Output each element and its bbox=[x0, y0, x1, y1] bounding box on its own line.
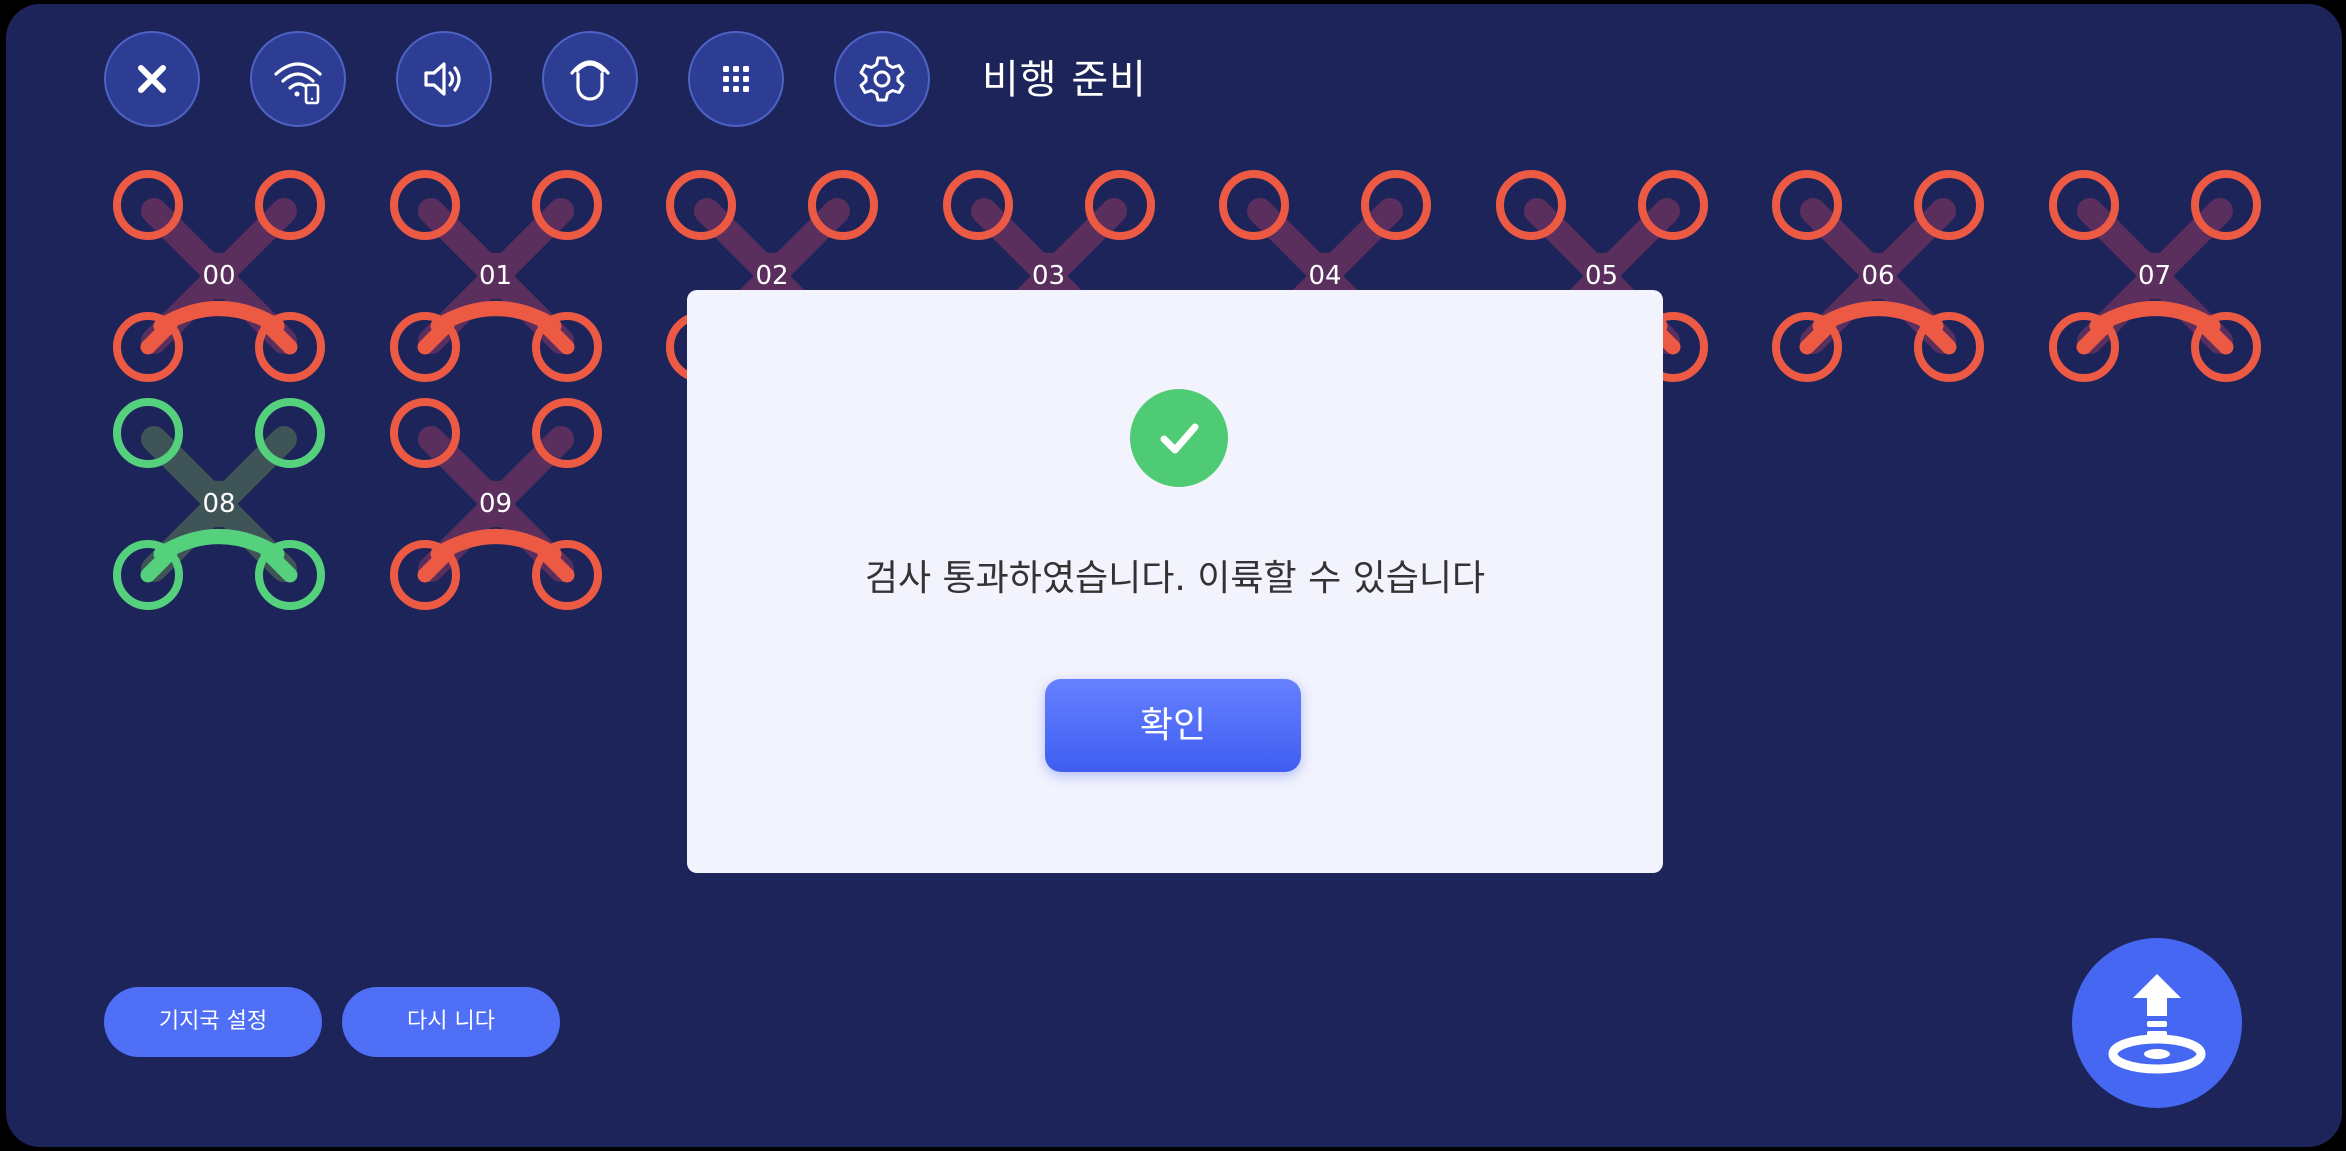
takeoff-button[interactable] bbox=[2072, 938, 2242, 1108]
modal-overlay: 검사 통과하였습니다. 이륙할 수 있습니다 확인 bbox=[6, 4, 2342, 1147]
check-circle-icon bbox=[1130, 389, 1228, 487]
app-screen: 비행 준비 00 01 02 03 04 05 06 07 08 09 검사 통과하였습니다. 이… bbox=[6, 4, 2342, 1147]
confirm-button[interactable]: 확인 bbox=[1045, 679, 1301, 772]
takeoff-icon bbox=[2108, 974, 2206, 1074]
retry-button[interactable]: 다시 니다 bbox=[342, 987, 560, 1057]
inspection-result-dialog: 검사 통과하였습니다. 이륙할 수 있습니다 확인 bbox=[687, 290, 1663, 873]
base-station-settings-button[interactable]: 기지국 설정 bbox=[104, 987, 322, 1057]
dialog-message: 검사 통과하였습니다. 이륙할 수 있습니다 bbox=[864, 558, 1486, 599]
